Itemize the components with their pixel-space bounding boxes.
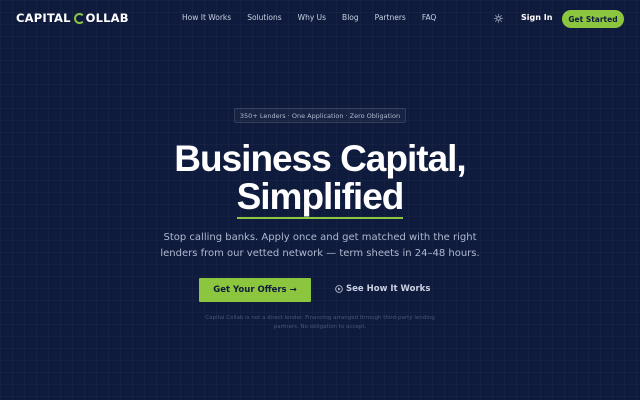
logo-text-part1: CAPITAL bbox=[16, 11, 71, 25]
see-how-it-works-label: See How It Works bbox=[346, 284, 431, 294]
nav-link-blog[interactable]: Blog bbox=[342, 13, 359, 22]
nav-link-why-us[interactable]: Why Us bbox=[298, 13, 326, 22]
play-circle-icon bbox=[335, 285, 343, 293]
sign-in-link[interactable]: Sign In bbox=[521, 13, 552, 22]
headline-line2: Simplified bbox=[236, 176, 404, 219]
get-started-button[interactable]: Get Started bbox=[562, 10, 624, 28]
sun-icon[interactable] bbox=[494, 14, 503, 23]
get-your-offers-button[interactable]: Get Your Offers → bbox=[199, 278, 311, 302]
nav-links: How It Works Solutions Why Us Blog Partn… bbox=[182, 13, 452, 22]
see-how-it-works-link[interactable]: See How It Works bbox=[335, 284, 430, 294]
hero-subtext: Stop calling banks. Apply once and get m… bbox=[160, 232, 480, 259]
hero-badge: 350+ Lenders · One Application · Zero Ob… bbox=[234, 108, 406, 123]
nav-link-solutions[interactable]: Solutions bbox=[247, 13, 281, 22]
c-ring-icon bbox=[73, 12, 85, 24]
nav-link-faq[interactable]: FAQ bbox=[422, 13, 437, 22]
logo-text-part2: OLLAB bbox=[85, 11, 129, 25]
nav-link-how-it-works[interactable]: How It Works bbox=[182, 13, 231, 22]
hero-disclaimer: Capital Collab is not a direct lender. F… bbox=[205, 315, 435, 330]
logo[interactable]: CAPITAL OLLAB bbox=[16, 11, 129, 25]
headline-line1: Business Capital, bbox=[174, 138, 466, 179]
top-nav: CAPITAL OLLAB How It Works Solutions Why… bbox=[0, 0, 640, 38]
nav-link-partners[interactable]: Partners bbox=[375, 13, 406, 22]
hero-headline: Business Capital, Simplified bbox=[0, 140, 640, 219]
